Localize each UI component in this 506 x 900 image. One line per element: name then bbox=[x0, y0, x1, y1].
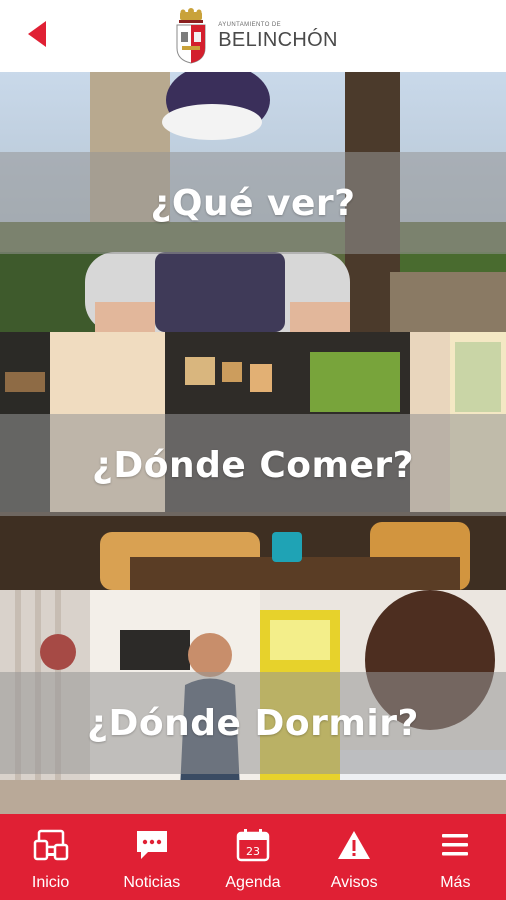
tab-label: Agenda bbox=[225, 874, 281, 891]
tab-inicio[interactable]: Inicio bbox=[0, 828, 101, 892]
calendar-day: 23 bbox=[246, 845, 260, 858]
warning-icon bbox=[336, 828, 372, 862]
section-band: ¿Dónde Comer? bbox=[0, 414, 506, 516]
tab-label: Más bbox=[440, 874, 471, 891]
tab-agenda[interactable]: 23 Agenda bbox=[202, 828, 303, 892]
municipality-logo: Ayuntamiento de BELINCHÓN bbox=[174, 8, 337, 64]
category-list: ¿Qué ver? ¿Dónde Comer? ¿Dónde Dormir? bbox=[0, 72, 506, 814]
back-arrow-icon bbox=[28, 21, 46, 47]
devices-icon bbox=[33, 828, 69, 862]
calendar-icon: 23 bbox=[236, 828, 270, 862]
tab-avisos[interactable]: Avisos bbox=[304, 828, 405, 892]
app-header: Ayuntamiento de BELINCHÓN bbox=[0, 0, 506, 72]
menu-icon bbox=[440, 828, 470, 862]
section-title: ¿Dónde Comer? bbox=[91, 444, 415, 486]
tab-mas[interactable]: Más bbox=[405, 828, 506, 892]
coat-of-arms-icon bbox=[176, 8, 206, 64]
section-title: ¿Dónde Dormir? bbox=[87, 702, 419, 744]
logo-text: Ayuntamiento de BELINCHÓN bbox=[218, 21, 337, 51]
section-band: ¿Qué ver? bbox=[0, 152, 506, 254]
bottom-tab-bar: Inicio Noticias 23 Agenda Avisos Más bbox=[0, 814, 506, 900]
section-que-ver[interactable]: ¿Qué ver? bbox=[0, 72, 506, 332]
tab-label: Noticias bbox=[123, 874, 181, 891]
tab-label: Avisos bbox=[330, 874, 378, 891]
section-donde-comer[interactable]: ¿Dónde Comer? bbox=[0, 332, 506, 590]
back-button[interactable] bbox=[22, 18, 52, 50]
tab-noticias[interactable]: Noticias bbox=[101, 828, 202, 892]
section-donde-dormir[interactable]: ¿Dónde Dormir? bbox=[0, 590, 506, 814]
section-band: ¿Dónde Dormir? bbox=[0, 672, 506, 774]
chat-icon bbox=[134, 828, 170, 862]
logo-subtitle: Ayuntamiento de bbox=[218, 22, 281, 28]
logo-name: BELINCHÓN bbox=[218, 29, 338, 51]
tab-label: Inicio bbox=[31, 874, 70, 891]
section-title: ¿Qué ver? bbox=[150, 182, 356, 224]
